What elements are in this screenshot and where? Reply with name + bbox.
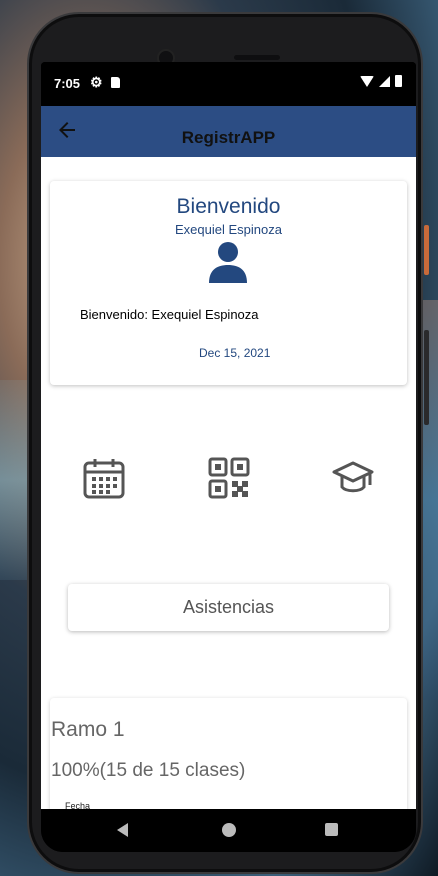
volume-button[interactable] — [424, 330, 429, 425]
nav-back-icon[interactable] — [117, 823, 128, 837]
person-icon — [209, 242, 247, 283]
wifi-icon — [360, 75, 374, 87]
ramo-attendance: 100%(15 de 15 clases) — [51, 760, 246, 781]
welcome-text: Bienvenido: Exequiel Espinoza — [80, 307, 259, 322]
battery-icon — [395, 75, 402, 87]
status-icons — [360, 75, 402, 87]
power-button[interactable] — [424, 225, 429, 275]
sim-card-icon — [111, 77, 120, 88]
asistencias-button[interactable]: Asistencias — [68, 584, 389, 631]
system-nav-bar — [41, 809, 416, 852]
graduation-cap-icon[interactable] — [332, 457, 374, 499]
nav-home-icon[interactable] — [222, 823, 236, 837]
status-time: 7:05 — [54, 76, 81, 91]
signal-icon — [379, 75, 390, 87]
nav-recents-icon[interactable] — [325, 823, 338, 836]
user-name: Exequiel Espinoza — [175, 222, 282, 237]
profile-card: Bienvenido Exequiel Espinoza Bienvenido:… — [50, 181, 407, 385]
qr-code-icon[interactable] — [208, 457, 250, 499]
toolbar-title: RegistrAPP — [181, 128, 276, 147]
main-content: Bienvenido Exequiel Espinoza Bienvenido:… — [41, 157, 416, 809]
welcome-title: Bienvenido — [176, 195, 281, 218]
phone-speaker — [234, 55, 280, 60]
calendar-icon[interactable] — [83, 457, 125, 499]
status-bar: 7:05 ⚙ — [41, 62, 416, 106]
date-text: Dec 15, 2021 — [199, 346, 271, 360]
ramo-card: Ramo 1 100%(15 de 15 clases) Fecha — [50, 698, 407, 809]
ramo-title: Ramo 1 — [51, 718, 125, 741]
settings-gear-icon: ⚙ — [90, 74, 103, 90]
phone-screen: 7:05 ⚙ RegistrAPP Bienvenido Exequiel Es… — [41, 62, 416, 852]
ramo-fecha-header: Fecha — [65, 801, 91, 809]
app-toolbar: RegistrAPP — [41, 106, 416, 157]
